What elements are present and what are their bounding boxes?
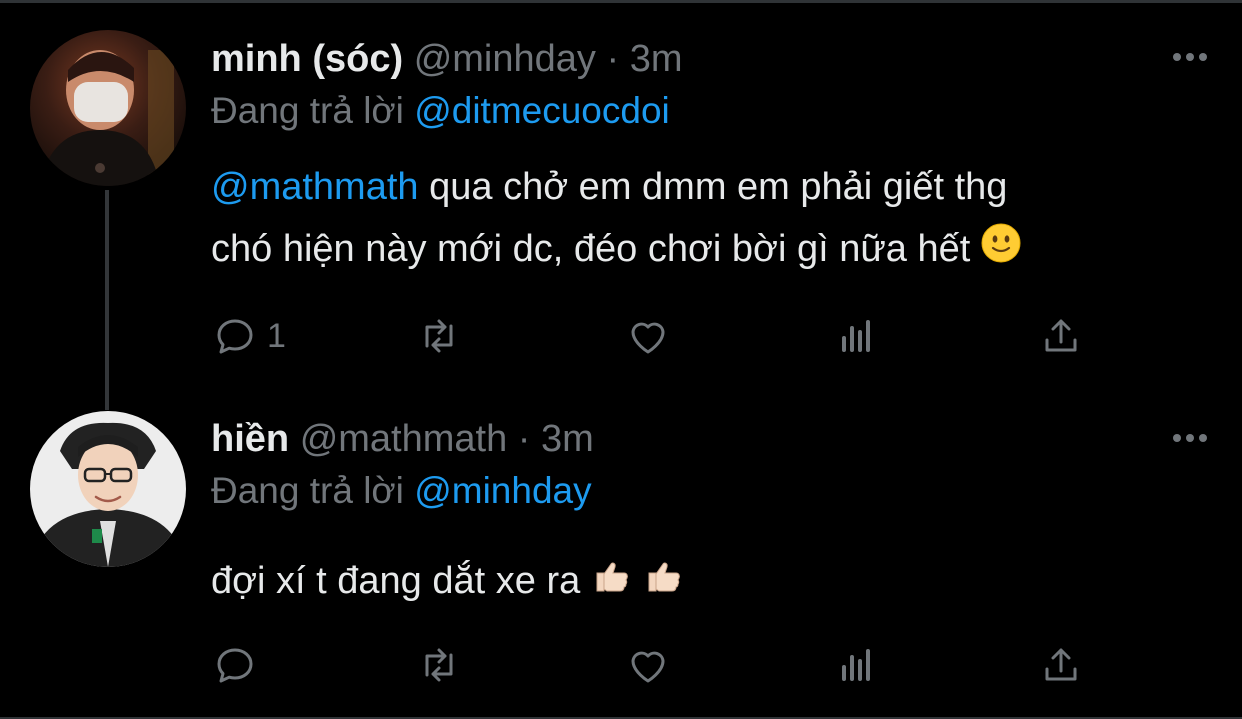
thumbs-up-emoji bbox=[643, 552, 685, 614]
tweet-text: @mathmath qua chở em dmm em phải giết th… bbox=[211, 156, 1171, 282]
more-icon[interactable] bbox=[1170, 428, 1210, 448]
tweet-header: minh (sóc) @minhday · 3m bbox=[211, 36, 1171, 82]
retweet-button[interactable] bbox=[415, 312, 463, 360]
like-icon bbox=[631, 322, 665, 354]
replying-to-label: Đang trả lời bbox=[211, 90, 404, 131]
share-button[interactable] bbox=[1037, 641, 1085, 689]
author-name[interactable]: hiền bbox=[211, 418, 289, 460]
separator: · bbox=[606, 38, 620, 80]
tweet-text: đợi xí t đang dắt xe ra bbox=[211, 550, 1171, 614]
tweet-content: minh (sóc) @minhday · 3m Đang trả lời @d… bbox=[211, 36, 1171, 282]
reply-icon bbox=[217, 648, 253, 683]
thumbs-up-emoji bbox=[591, 552, 633, 614]
reply-count: 1 bbox=[267, 316, 286, 355]
analytics-icon bbox=[842, 320, 870, 352]
share-icon bbox=[1045, 648, 1077, 681]
share-button[interactable] bbox=[1037, 312, 1085, 360]
analytics-button[interactable] bbox=[832, 312, 880, 360]
replying-to: Đang trả lời @minhday bbox=[211, 468, 1171, 514]
tweet-actions bbox=[211, 641, 1091, 689]
replying-to-mention[interactable]: @ditmecuocdoi bbox=[414, 90, 670, 131]
avatar[interactable] bbox=[30, 411, 186, 567]
avatar[interactable] bbox=[30, 30, 186, 186]
tweet-mention[interactable]: @mathmath bbox=[211, 166, 419, 208]
tweet-content: hiền @mathmath · 3m Đang trả lời @minhda… bbox=[211, 416, 1171, 614]
retweet-icon bbox=[425, 319, 453, 353]
author-handle[interactable]: @minhday bbox=[414, 38, 596, 80]
timestamp[interactable]: 3m bbox=[541, 418, 594, 460]
reply-icon bbox=[217, 319, 253, 354]
reply-button[interactable]: 1 bbox=[211, 312, 286, 360]
replying-to: Đang trả lời @ditmecuocdoi bbox=[211, 88, 1171, 134]
author-handle[interactable]: @mathmath bbox=[300, 418, 508, 460]
tweet-header: hiền @mathmath · 3m bbox=[211, 416, 1171, 462]
replying-to-label: Đang trả lời bbox=[211, 470, 404, 511]
analytics-button[interactable] bbox=[832, 641, 880, 689]
retweet-icon bbox=[425, 648, 453, 682]
author-name[interactable]: minh (sóc) bbox=[211, 38, 403, 80]
share-icon bbox=[1045, 319, 1077, 352]
like-icon bbox=[631, 651, 665, 683]
tweet-text-line2: chó hiện này mới dc, đéo chơi bời gì nữa… bbox=[211, 228, 971, 270]
replying-to-mention[interactable]: @minhday bbox=[414, 470, 591, 511]
separator: · bbox=[517, 418, 531, 460]
retweet-button[interactable] bbox=[415, 641, 463, 689]
reply-button[interactable] bbox=[211, 641, 259, 689]
more-icon[interactable] bbox=[1170, 47, 1210, 67]
timestamp[interactable]: 3m bbox=[630, 38, 683, 80]
tweet-text-line1: qua chở em dmm em phải giết thg bbox=[429, 166, 1008, 208]
slightly-smiling-face-emoji bbox=[981, 220, 1021, 282]
tweet-text-body: đợi xí t đang dắt xe ra bbox=[211, 560, 581, 602]
tweet-actions: 1 bbox=[211, 312, 1091, 360]
like-button[interactable] bbox=[624, 641, 672, 689]
tweet-item[interactable]: minh (sóc) @minhday · 3m Đang trả lời @d… bbox=[0, 0, 1242, 390]
analytics-icon bbox=[842, 649, 870, 681]
like-button[interactable] bbox=[624, 312, 672, 360]
